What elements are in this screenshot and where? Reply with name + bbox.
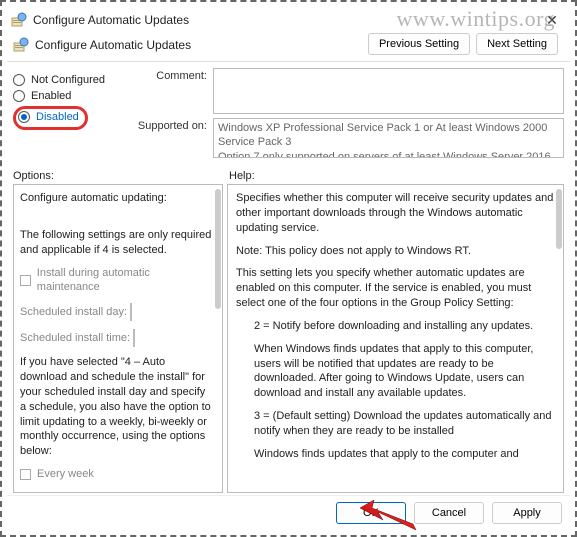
subheader: Configure Automatic Updates Previous Set… [7,33,570,57]
checkbox-every-week[interactable]: Every week [20,467,94,482]
highlight-annotation: Disabled [13,106,88,130]
help-text: 2 = Notify before downloading and instal… [236,319,555,334]
footer: OK Cancel Apply [7,495,570,530]
supported-label: Supported on: [133,118,213,158]
next-setting-button[interactable]: Next Setting [476,33,558,55]
divider [7,61,570,62]
radio-label: Disabled [36,111,79,123]
radio-icon [13,90,25,102]
previous-setting-button[interactable]: Previous Setting [368,33,470,55]
state-radios: Not Configured Enabled Disabled [7,66,127,164]
apply-button[interactable]: Apply [492,502,562,524]
window-title: Configure Automatic Updates [33,13,538,27]
help-text: Windows finds updates that apply to the … [236,447,555,462]
scrollbar-thumb[interactable] [556,189,562,249]
options-pane[interactable]: Configure automatic updating: The follow… [13,184,223,493]
radio-label: Not Configured [31,74,105,86]
scrollbar-thumb[interactable] [215,189,221,309]
checkbox-icon [20,469,31,480]
scheduled-time-label: Scheduled install time: [20,332,130,344]
comment-input[interactable] [213,68,564,114]
close-button[interactable]: ✕ [538,10,566,30]
radio-label: Enabled [31,90,71,102]
checkbox-label: Every week [37,467,94,482]
checkbox-label: Install during automatic maintenance [37,266,212,296]
radio-not-configured[interactable]: Not Configured [13,74,121,86]
comment-label: Comment: [133,68,213,114]
radio-icon [13,74,25,86]
options-desc2: If you have selected "4 – Auto download … [20,355,212,459]
help-text: 3 = (Default setting) Download the updat… [236,409,555,439]
policy-icon [13,37,29,53]
policy-icon [11,12,27,28]
titlebar: Configure Automatic Updates ✕ [7,7,570,33]
help-pane[interactable]: Specifies whether this computer will rec… [227,184,564,493]
help-text: This setting lets you specify whether au… [236,266,555,311]
cancel-button[interactable]: Cancel [414,502,484,524]
checkbox-icon [20,275,31,286]
radio-disabled[interactable]: Disabled [18,111,79,123]
options-heading: Configure automatic updating: [20,191,212,206]
radio-enabled[interactable]: Enabled [13,90,121,102]
help-text: Note: This policy does not apply to Wind… [236,244,555,259]
options-desc: The following settings are only required… [20,228,212,258]
ok-button[interactable]: OK [336,502,406,524]
scheduled-time-select[interactable] [133,329,135,347]
policy-name: Configure Automatic Updates [35,38,368,52]
dialog-window: Configure Automatic Updates ✕ Configure … [7,7,570,530]
help-text: Specifies whether this computer will rec… [236,191,555,236]
scheduled-day-label: Scheduled install day: [20,306,127,318]
supported-on-text: Windows XP Professional Service Pack 1 o… [213,118,564,158]
checkbox-auto-maintenance[interactable]: Install during automatic maintenance [20,266,212,296]
radio-icon [18,111,30,123]
help-text: When Windows finds updates that apply to… [236,342,555,401]
help-label: Help: [223,170,255,182]
scheduled-day-select[interactable] [130,303,132,321]
options-label: Options: [7,170,223,182]
